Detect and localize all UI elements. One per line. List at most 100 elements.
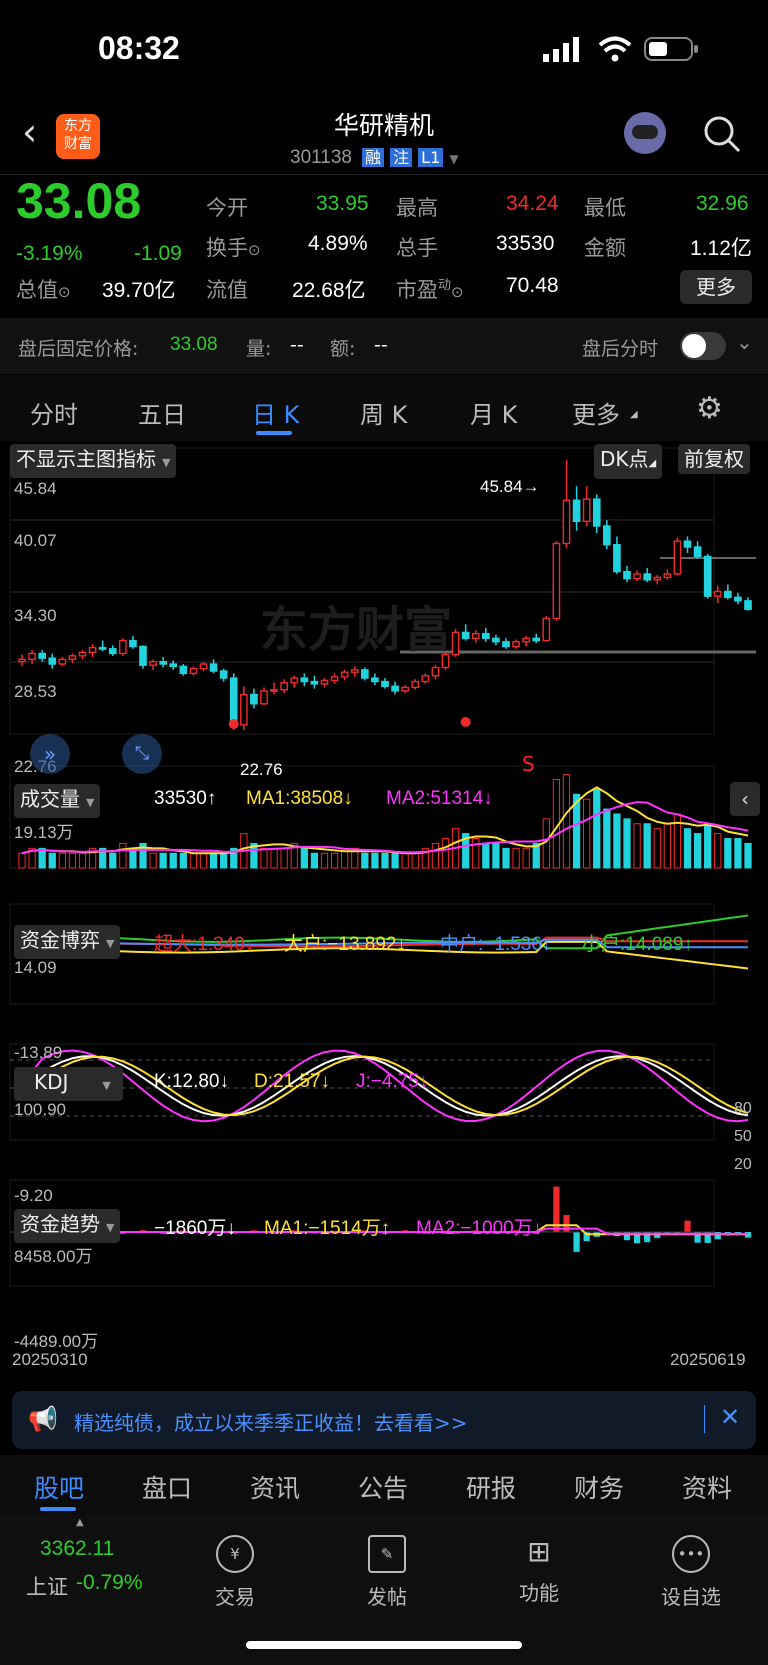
- fund-indicator-selector[interactable]: 资金博弈 ▼: [14, 925, 121, 959]
- pe-sup: 动: [438, 278, 452, 293]
- volume-bar: [119, 842, 127, 869]
- tab-daily-k[interactable]: 日 K: [252, 395, 299, 430]
- tab-announcements[interactable]: 公告: [358, 1469, 408, 1505]
- kdj-j-value: J:−4.75: [356, 1071, 419, 1092]
- tab-five-day[interactable]: 五日: [138, 395, 186, 430]
- kdj-indicator-selector[interactable]: KDJ ▼: [14, 1067, 123, 1101]
- main-indicator-selector[interactable]: 不显示主图指标 ▼: [10, 444, 177, 478]
- settings-gear-icon[interactable]: ⚙: [696, 391, 723, 426]
- volume-bar: [159, 852, 167, 869]
- min-price-marker: 22.76: [240, 760, 283, 779]
- post-button[interactable]: ✎ 发帖: [342, 1535, 432, 1610]
- collapse-panel-icon[interactable]: ‹: [730, 782, 760, 816]
- candle-body: [108, 648, 117, 655]
- fund-selector-label: 资金博弈: [20, 928, 100, 952]
- volume-bar: [512, 847, 520, 869]
- trade-button[interactable]: ¥ 交易: [190, 1535, 280, 1610]
- trend-ma2: MA2:−1000万↓: [416, 1213, 542, 1240]
- candle-body: [28, 652, 36, 661]
- candle-body: [300, 677, 309, 683]
- qty-value: --: [290, 334, 304, 356]
- candle-body: [461, 631, 470, 639]
- info-icon: ⊙: [58, 283, 71, 301]
- tab-weekly-k[interactable]: 周 K: [360, 395, 407, 430]
- volume-bar: [280, 847, 288, 869]
- candle-body: [78, 651, 87, 657]
- tab-guba[interactable]: 股吧: [34, 1469, 84, 1505]
- candle-body: [340, 671, 349, 678]
- close-icon[interactable]: ✕: [720, 1403, 740, 1431]
- last-price: 33.08: [16, 173, 142, 229]
- search-icon[interactable]: [702, 114, 742, 154]
- volume-bar: [441, 838, 450, 869]
- volume-bar: [109, 852, 117, 869]
- index-value[interactable]: 3362.11: [40, 1537, 114, 1561]
- volume-bar: [68, 852, 77, 869]
- functions-label: 功能: [519, 1581, 559, 1605]
- tab-profile[interactable]: 资料: [682, 1469, 732, 1505]
- tab-research[interactable]: 研报: [466, 1469, 516, 1505]
- candle-body: [270, 689, 278, 692]
- volume-bar: [653, 828, 661, 869]
- candle-body: [381, 680, 389, 687]
- promo-banner[interactable]: 📢 精选纯债，成立以来季季正收益！去看看>> ✕: [12, 1391, 756, 1449]
- change-amt: -1.09: [134, 242, 182, 265]
- functions-button[interactable]: ⊞ 功能: [494, 1535, 584, 1606]
- volume-indicator-selector[interactable]: 成交量 ▼: [14, 784, 101, 818]
- kdj-80-label: 80: [734, 1100, 752, 1117]
- stock-code-row[interactable]: 301138 融 注 L1 ▼: [290, 144, 490, 169]
- tab-finance[interactable]: 财务: [574, 1469, 624, 1505]
- volume-bar: [633, 823, 641, 869]
- fund-large-value: 大户:−13.892: [284, 934, 397, 955]
- candle-body: [58, 658, 67, 665]
- after-hours-toggle[interactable]: [680, 332, 726, 360]
- volume-bar: [391, 852, 399, 869]
- turnover-value: 4.89%: [308, 232, 368, 255]
- trend-ma2-arrow: ↓: [532, 1218, 543, 1239]
- candle-body: [663, 573, 672, 579]
- volume-bar: [199, 852, 208, 869]
- tab-timeshare[interactable]: 分时: [30, 395, 78, 430]
- volume-bar: [714, 833, 722, 869]
- chevron-down-icon[interactable]: ⌄: [736, 330, 753, 354]
- tab-more[interactable]: 更多: [572, 395, 620, 430]
- kdj-j-arrow: ↓: [418, 1071, 429, 1092]
- tab-monthly-k[interactable]: 月 K: [470, 395, 517, 430]
- tab-news[interactable]: 资讯: [250, 1469, 300, 1505]
- candle-body: [169, 663, 178, 668]
- pe-label[interactable]: 市盈动⊙: [396, 274, 464, 304]
- candle-body: [199, 663, 208, 670]
- fund-small: 小户:14.089↑: [582, 929, 693, 956]
- more-button[interactable]: 更多: [680, 270, 752, 304]
- candle-body: [592, 498, 601, 527]
- fullscreen-icon[interactable]: ⤡: [122, 734, 162, 774]
- add-watchlist-button[interactable]: ••• 设自选: [646, 1535, 736, 1610]
- volume-bar: [683, 828, 692, 869]
- candle-body: [401, 686, 409, 692]
- turnover-label[interactable]: 换手⊙: [206, 232, 261, 262]
- candle-body: [229, 677, 238, 726]
- watchlist-label: 设自选: [661, 1585, 721, 1609]
- trend-ma1-value: MA1:−1514万: [264, 1218, 381, 1239]
- pe-value: 70.48: [506, 274, 559, 297]
- candle-body: [471, 632, 480, 639]
- adjust-button[interactable]: 前复权: [678, 444, 750, 474]
- candle-body: [98, 646, 107, 650]
- tab-pankou[interactable]: 盘口: [142, 1469, 192, 1505]
- expand-left-icon[interactable]: »: [30, 734, 70, 774]
- candle-body: [421, 675, 430, 683]
- robot-assistant-icon[interactable]: [624, 112, 666, 154]
- fund-small-arrow: ↑: [683, 934, 693, 955]
- dropdown-triangle-icon: ▼: [106, 1221, 115, 1234]
- volume-ma2: MA2:51314↓: [386, 788, 493, 810]
- mktcap-label[interactable]: 总值⊙: [16, 274, 71, 304]
- status-bar: 08:32: [0, 0, 768, 100]
- volume-bar: [179, 852, 187, 869]
- candle-body: [562, 499, 571, 545]
- candle-body: [280, 682, 288, 691]
- candle-body: [572, 499, 581, 522]
- volume-ma2-arrow: ↓: [483, 788, 493, 809]
- dk-button[interactable]: DK点◢: [594, 444, 663, 479]
- volume-bar: [209, 852, 218, 869]
- trend-indicator-selector[interactable]: 资金趋势 ▼: [14, 1209, 121, 1243]
